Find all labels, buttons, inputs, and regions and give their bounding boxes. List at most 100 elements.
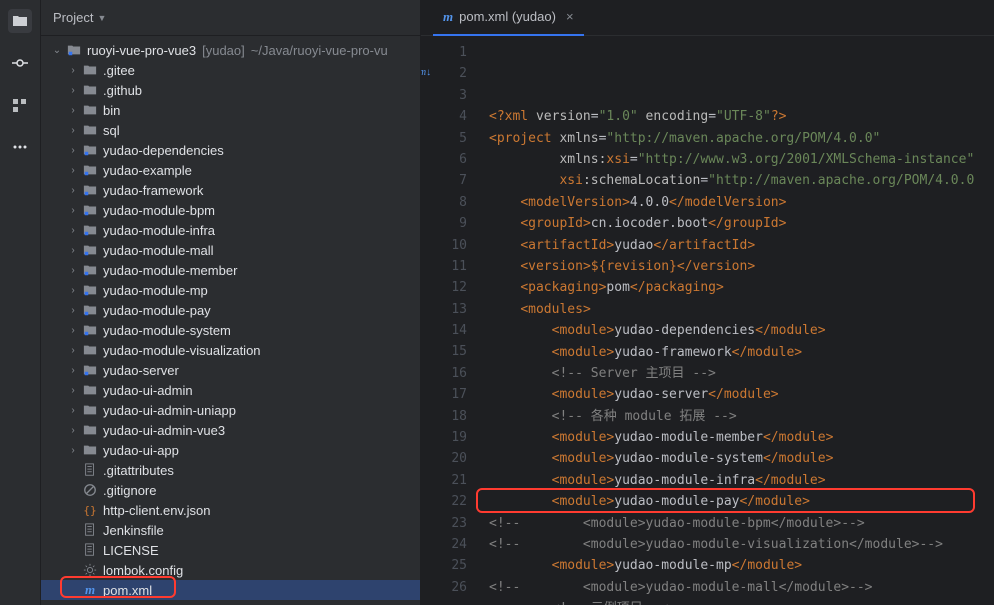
chevron-down-icon[interactable]: ⌄ bbox=[49, 45, 65, 56]
tree-item[interactable]: ›.gitignore bbox=[41, 480, 420, 500]
code-line[interactable]: <!-- 示例项目 --> bbox=[489, 598, 994, 605]
chevron-right-icon[interactable]: › bbox=[65, 405, 81, 416]
code-line[interactable]: <module>yudao-server</module> bbox=[489, 384, 994, 405]
chevron-right-icon[interactable]: › bbox=[65, 165, 81, 176]
tab-pom-xml[interactable]: m pom.xml (yudao) × bbox=[433, 0, 584, 36]
chevron-right-icon[interactable]: › bbox=[65, 325, 81, 336]
tree-root[interactable]: ⌄ruoyi-vue-pro-vue3[yudao] ~/Java/ruoyi-… bbox=[41, 40, 420, 60]
code-line[interactable]: <packaging>pom</packaging> bbox=[489, 277, 994, 298]
code-line[interactable]: <!-- 各种 module 拓展 --> bbox=[489, 406, 994, 427]
code-line[interactable]: <project xmlns="http://maven.apache.org/… bbox=[489, 128, 994, 149]
tree-label: yudao-dependencies bbox=[103, 143, 224, 158]
tree-label: .gitattributes bbox=[103, 463, 174, 478]
tree-item[interactable]: ›LICENSE bbox=[41, 540, 420, 560]
tree-item[interactable]: ›.github bbox=[41, 80, 420, 100]
module-icon bbox=[81, 303, 99, 317]
tree-item[interactable]: ›yudao-framework bbox=[41, 180, 420, 200]
code-area[interactable]: <?xml version="1.0" encoding="UTF-8"?><p… bbox=[481, 36, 994, 605]
more-tool-icon[interactable] bbox=[8, 135, 32, 159]
code-line[interactable]: xsi:schemaLocation="http://maven.apache.… bbox=[489, 170, 994, 191]
chevron-right-icon[interactable]: › bbox=[65, 85, 81, 96]
tree-item[interactable]: ›yudao-ui-admin-uniapp bbox=[41, 400, 420, 420]
code-line[interactable]: <modules> bbox=[489, 299, 994, 320]
code-line[interactable]: <module>yudao-dependencies</module> bbox=[489, 320, 994, 341]
tree-item[interactable]: ›.gitattributes bbox=[41, 460, 420, 480]
code-line[interactable]: <!-- <module>yudao-module-bpm</module>--… bbox=[489, 513, 994, 534]
tree-item[interactable]: ›yudao-module-mall bbox=[41, 240, 420, 260]
chevron-right-icon[interactable]: › bbox=[65, 345, 81, 356]
chevron-right-icon[interactable]: › bbox=[65, 245, 81, 256]
tree-item[interactable]: ›yudao-module-infra bbox=[41, 220, 420, 240]
chevron-right-icon[interactable]: › bbox=[65, 425, 81, 436]
module-icon bbox=[81, 223, 99, 237]
folder-icon bbox=[81, 103, 99, 117]
tree-item[interactable]: ›mpom.xml bbox=[41, 580, 420, 600]
tree-item[interactable]: ›yudao-ui-app bbox=[41, 440, 420, 460]
structure-tool-icon[interactable] bbox=[8, 93, 32, 117]
code-line[interactable]: <module>yudao-module-member</module> bbox=[489, 427, 994, 448]
line-number: 12 bbox=[421, 277, 467, 298]
code-line[interactable]: <artifactId>yudao</artifactId> bbox=[489, 235, 994, 256]
chevron-right-icon[interactable]: › bbox=[65, 445, 81, 456]
code-line[interactable]: <module>yudao-module-pay</module> bbox=[489, 491, 994, 512]
code-line[interactable]: xmlns:xsi="http://www.w3.org/2001/XMLSch… bbox=[489, 149, 994, 170]
chevron-right-icon[interactable]: › bbox=[65, 225, 81, 236]
tree-label: sql bbox=[103, 123, 120, 138]
code-line[interactable]: <modelVersion>4.0.0</modelVersion> bbox=[489, 192, 994, 213]
chevron-right-icon[interactable]: › bbox=[65, 385, 81, 396]
code-line[interactable]: <version>${revision}</version> bbox=[489, 256, 994, 277]
tree-item[interactable]: ›lombok.config bbox=[41, 560, 420, 580]
code-line[interactable]: <!-- <module>yudao-module-visualization<… bbox=[489, 534, 994, 555]
json-icon: {} bbox=[81, 504, 99, 517]
chevron-right-icon[interactable]: › bbox=[65, 285, 81, 296]
chevron-right-icon[interactable]: › bbox=[65, 65, 81, 76]
code-line[interactable]: <module>yudao-module-infra</module> bbox=[489, 470, 994, 491]
chevron-right-icon[interactable]: › bbox=[65, 125, 81, 136]
project-panel: Project ▼ ⌄ruoyi-vue-pro-vue3[yudao] ~/J… bbox=[41, 0, 421, 605]
tree-item[interactable]: ›yudao-module-bpm bbox=[41, 200, 420, 220]
tree-item[interactable]: ›yudao-server bbox=[41, 360, 420, 380]
chevron-right-icon[interactable]: › bbox=[65, 305, 81, 316]
code-line[interactable]: <?xml version="1.0" encoding="UTF-8"?> bbox=[489, 106, 994, 127]
chevron-right-icon[interactable]: › bbox=[65, 365, 81, 376]
folder-icon bbox=[81, 383, 99, 397]
editor-body[interactable]: 12m↓345678910111213141516171819202122232… bbox=[421, 36, 994, 605]
tree-item[interactable]: ›yudao-module-mp bbox=[41, 280, 420, 300]
project-tree[interactable]: ⌄ruoyi-vue-pro-vue3[yudao] ~/Java/ruoyi-… bbox=[41, 36, 420, 605]
tree-item[interactable]: ›{}http-client.env.json bbox=[41, 500, 420, 520]
code-line[interactable]: <module>yudao-module-system</module> bbox=[489, 448, 994, 469]
code-line[interactable]: <module>yudao-module-mp</module> bbox=[489, 555, 994, 576]
tree-item[interactable]: › yudao-example bbox=[41, 160, 420, 180]
code-line[interactable]: <!-- Server 主项目 --> bbox=[489, 363, 994, 384]
tree-item[interactable]: ›yudao-module-visualization bbox=[41, 340, 420, 360]
tree-item[interactable]: ›yudao-module-pay bbox=[41, 300, 420, 320]
tree-item[interactable]: ›yudao-module-member bbox=[41, 260, 420, 280]
project-tool-icon[interactable] bbox=[8, 9, 32, 33]
tree-item[interactable]: ›Jenkinsfile bbox=[41, 520, 420, 540]
chevron-right-icon[interactable]: › bbox=[65, 265, 81, 276]
chevron-right-icon[interactable]: › bbox=[65, 145, 81, 156]
project-panel-header[interactable]: Project ▼ bbox=[41, 0, 420, 36]
line-number: 3 bbox=[421, 85, 467, 106]
close-icon[interactable]: × bbox=[566, 9, 574, 24]
tree-item[interactable]: ›.gitee bbox=[41, 60, 420, 80]
chevron-right-icon[interactable]: › bbox=[65, 185, 81, 196]
module-icon bbox=[81, 183, 99, 197]
tree-item[interactable]: › yudao-dependencies bbox=[41, 140, 420, 160]
commit-tool-icon[interactable] bbox=[8, 51, 32, 75]
tree-item[interactable]: ›yudao-ui-admin-vue3 bbox=[41, 420, 420, 440]
chevron-right-icon[interactable]: › bbox=[65, 205, 81, 216]
tree-item[interactable]: ›yudao-ui-admin bbox=[41, 380, 420, 400]
tree-item[interactable]: ›bin bbox=[41, 100, 420, 120]
code-line[interactable]: <!-- <module>yudao-module-mall</module>-… bbox=[489, 577, 994, 598]
line-number: 4 bbox=[421, 106, 467, 127]
tree-item[interactable]: › yudao-module-system bbox=[41, 320, 420, 340]
code-line[interactable]: <module>yudao-framework</module> bbox=[489, 342, 994, 363]
tree-label: yudao-module-system bbox=[103, 323, 231, 338]
chevron-right-icon[interactable]: › bbox=[65, 105, 81, 116]
chevron-down-icon: ▼ bbox=[97, 13, 106, 23]
code-line[interactable]: <groupId>cn.iocoder.boot</groupId> bbox=[489, 213, 994, 234]
maven-marker-icon[interactable]: m↓ bbox=[421, 66, 431, 78]
tree-label: yudao-example bbox=[103, 163, 192, 178]
tree-item[interactable]: › sql bbox=[41, 120, 420, 140]
